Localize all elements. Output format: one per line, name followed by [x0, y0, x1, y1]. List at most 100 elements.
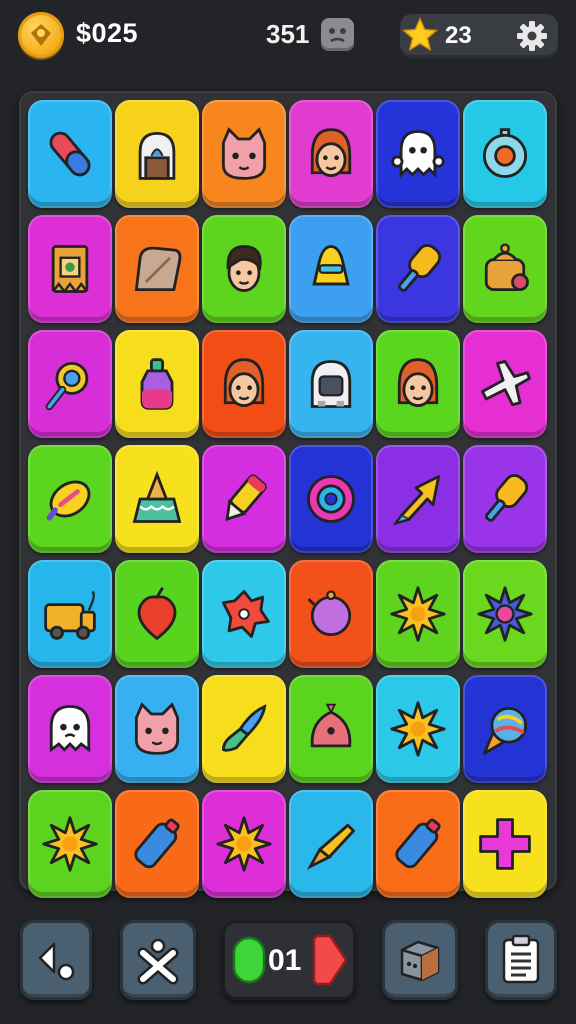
spiky-ball-icon [221, 590, 270, 638]
tile-r5-c4[interactable] [289, 560, 373, 668]
plus-icon [479, 818, 531, 870]
tile-r3-c3[interactable] [202, 330, 286, 438]
tile-r5-c3[interactable] [202, 560, 286, 668]
star-icon [402, 17, 438, 58]
creature-icon [310, 703, 352, 748]
coin-icon [18, 12, 64, 58]
tile-r2-c6[interactable] [463, 215, 547, 323]
tile-r3-c6[interactable] [463, 330, 547, 438]
tile-r7-c3[interactable] [202, 790, 286, 898]
settings-button[interactable] [512, 16, 552, 56]
star-counter: 23 [445, 22, 472, 49]
pot-icon [484, 243, 529, 292]
tree-stump-icon [138, 131, 176, 180]
red-arrow-icon[interactable] [310, 934, 348, 986]
cake-icon [132, 470, 182, 523]
tile-r6-c1[interactable] [28, 675, 112, 783]
tile-r4-c4[interactable] [289, 445, 373, 553]
popsicle-icon [484, 474, 529, 522]
popsicle-icon [397, 244, 442, 292]
tile-r6-c6[interactable] [463, 675, 547, 783]
undo-icon [38, 942, 75, 981]
man-face-icon [226, 245, 262, 292]
arrow-icon [392, 475, 441, 526]
capsule-icon [49, 131, 91, 177]
tile-r7-c4[interactable] [289, 790, 373, 898]
tile-r5-c2[interactable] [115, 560, 199, 668]
tile-r5-c1[interactable] [28, 560, 112, 668]
tile-r4-c5[interactable] [376, 445, 460, 553]
planet-icon [307, 590, 352, 637]
tile-r7-c2[interactable] [115, 790, 199, 898]
tile-r3-c2[interactable] [115, 330, 199, 438]
tile-r7-c6[interactable] [463, 790, 547, 898]
tile-r7-c1[interactable] [28, 790, 112, 898]
tile-r6-c5[interactable] [376, 675, 460, 783]
woman-face-icon [310, 128, 352, 177]
crayon-icon [225, 474, 267, 522]
tile-r7-c5[interactable] [376, 790, 460, 898]
tile-r1-c2[interactable] [115, 100, 199, 208]
cone-icon [306, 823, 355, 870]
ghost-icon [391, 130, 445, 179]
helmet-icon [310, 360, 352, 408]
tile-r5-c6[interactable] [463, 560, 547, 668]
bottle-icon [395, 818, 441, 869]
brush-icon [221, 704, 267, 752]
lemon-icon [46, 480, 91, 521]
bread-icon [134, 246, 182, 292]
bottle-icon [134, 818, 180, 869]
ice-cream-icon [482, 706, 528, 755]
tile-r4-c6[interactable] [463, 445, 547, 553]
tile-r1-c1[interactable] [28, 100, 112, 208]
face-icon [321, 18, 354, 51]
ghost-face-icon [49, 705, 91, 753]
tile-r4-c1[interactable] [28, 445, 112, 553]
tile-r3-c4[interactable] [289, 330, 373, 438]
sun-icon [390, 701, 446, 757]
tile-r5-c5[interactable] [376, 560, 460, 668]
tile-r2-c3[interactable] [202, 215, 286, 323]
airplane-icon [481, 360, 531, 407]
undo-button[interactable] [20, 920, 92, 1000]
money-counter: $025 [76, 18, 139, 48]
top-bar: $025 351 23 [0, 0, 576, 76]
magnifier-icon [45, 361, 89, 411]
ring-icon [307, 475, 355, 523]
target-icon [482, 128, 528, 178]
potion-icon [140, 358, 174, 410]
clipboard-icon [502, 934, 540, 984]
tile-r2-c2[interactable] [115, 215, 199, 323]
level-counter: 01 [268, 944, 302, 977]
tile-r2-c1[interactable] [28, 215, 112, 323]
tile-r3-c1[interactable] [28, 330, 112, 438]
box-icon [400, 940, 440, 982]
tile-r2-c4[interactable] [289, 215, 373, 323]
woman-face-icon [223, 358, 265, 407]
sun-icon [42, 816, 98, 872]
tile-r4-c3[interactable] [202, 445, 286, 553]
cat-face-icon [134, 702, 180, 755]
woman-face-icon [397, 358, 439, 407]
shuffle-button[interactable] [120, 920, 196, 1000]
tile-r1-c4[interactable] [289, 100, 373, 208]
clipboard-button[interactable] [485, 920, 557, 1000]
scroll-icon [51, 245, 89, 294]
tile-r3-c5[interactable] [376, 330, 460, 438]
tile-r2-c5[interactable] [376, 215, 460, 323]
sun-icon [216, 816, 272, 872]
leaf-icon [137, 587, 177, 641]
sun-icon [390, 586, 446, 642]
tile-r1-c6[interactable] [463, 100, 547, 208]
virus-icon [477, 586, 533, 642]
tile-r1-c3[interactable] [202, 100, 286, 208]
tile-r6-c3[interactable] [202, 675, 286, 783]
cat-face-icon [221, 127, 267, 180]
tile-r4-c2[interactable] [115, 445, 199, 553]
tile-r1-c5[interactable] [376, 100, 460, 208]
tile-r6-c2[interactable] [115, 675, 199, 783]
tile-r6-c4[interactable] [289, 675, 373, 783]
box-button[interactable] [382, 920, 458, 1000]
green-pill-icon [232, 936, 266, 984]
gear-icon [517, 21, 547, 51]
